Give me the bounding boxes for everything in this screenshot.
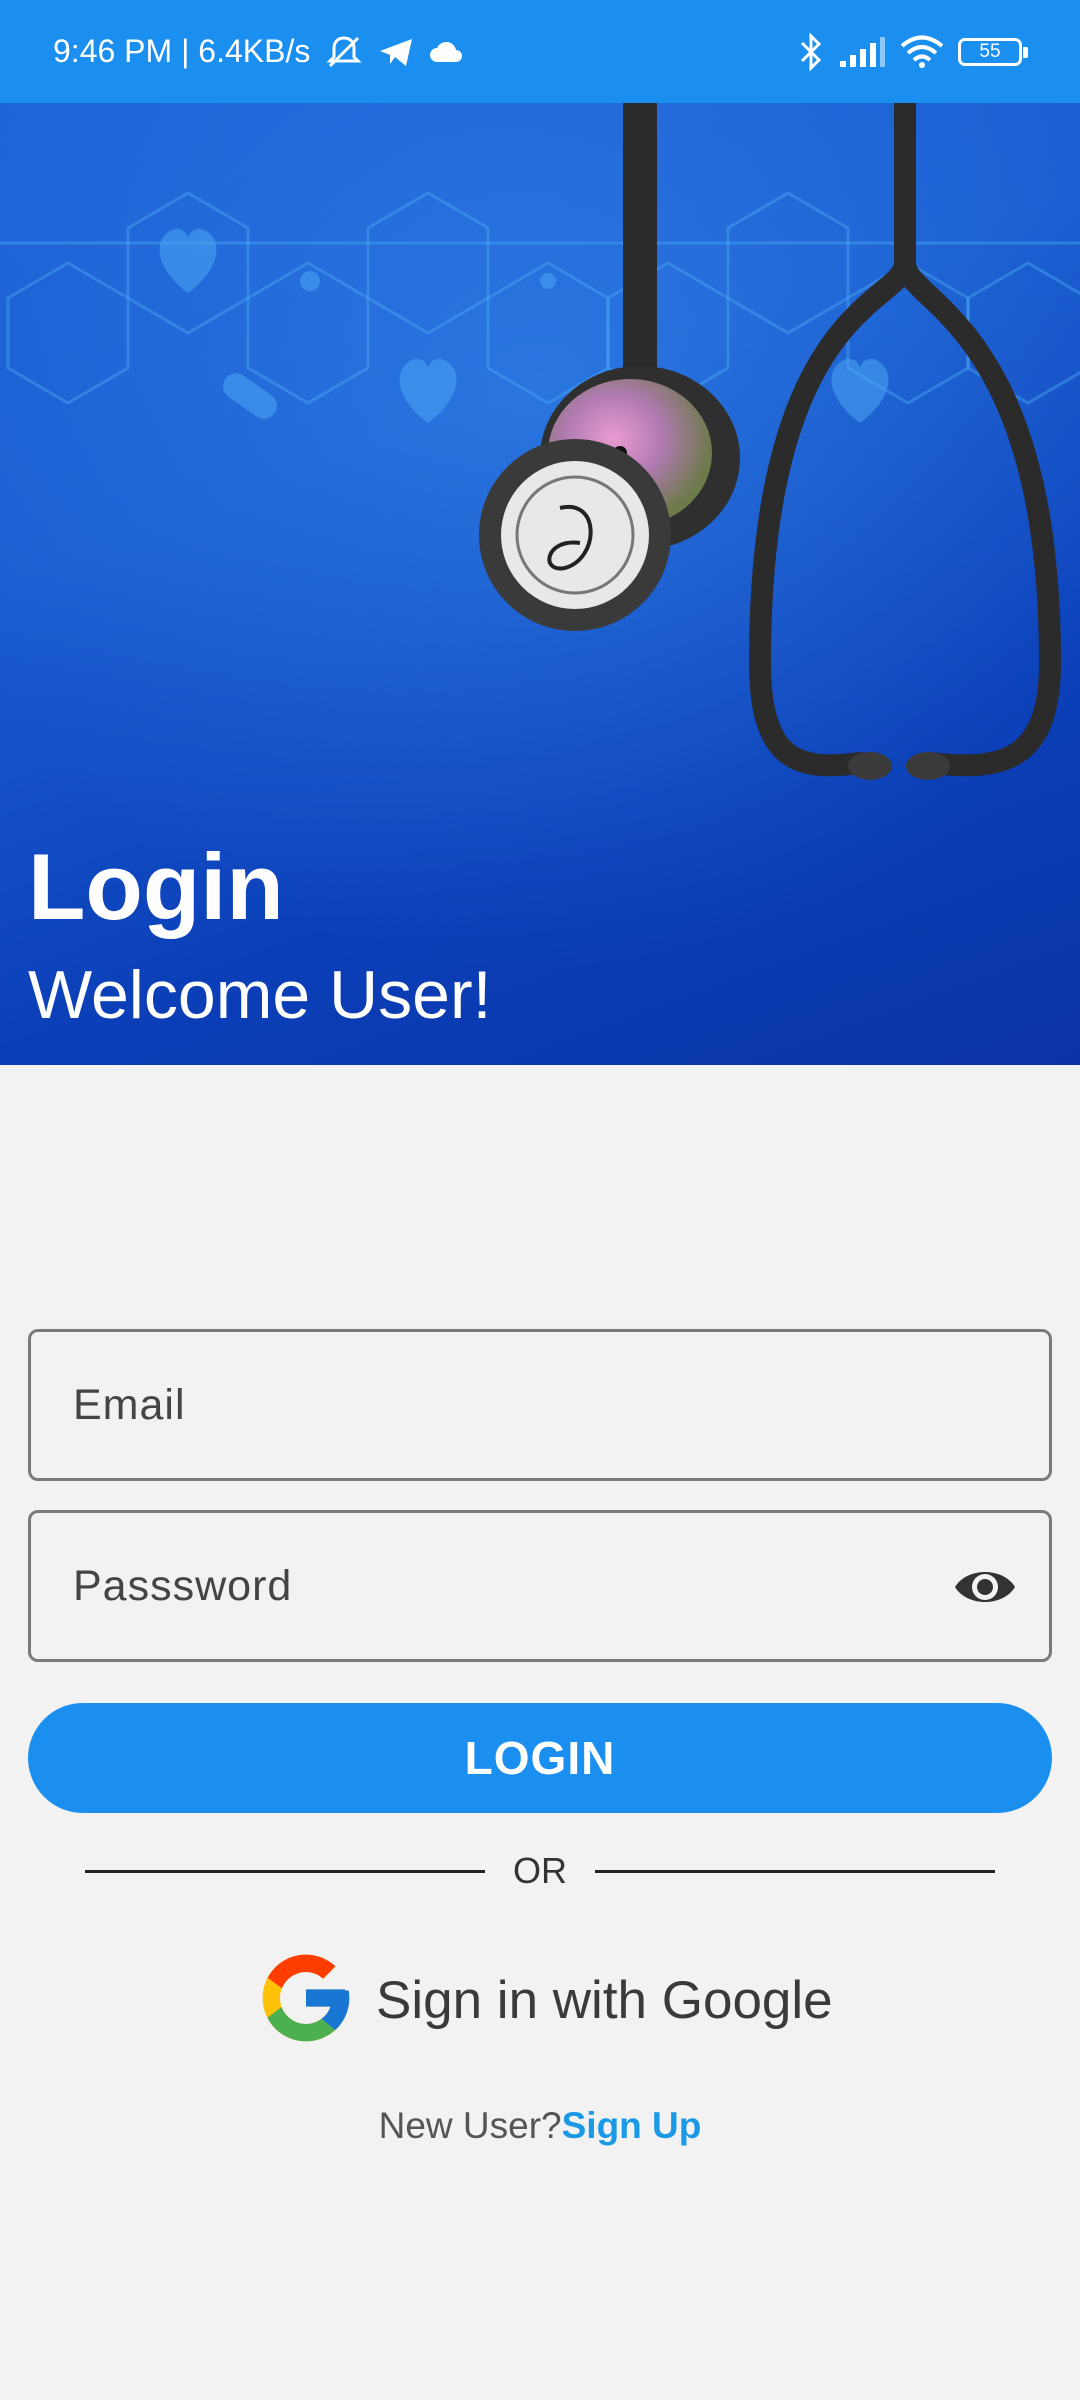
status-left: 9:46 PM | 6.4KB/s	[53, 33, 464, 70]
divider-line-right	[595, 1869, 995, 1873]
bluetooth-icon	[798, 31, 824, 72]
battery-icon: 55	[958, 37, 1028, 66]
signal-icon	[838, 35, 886, 69]
divider-line-left	[85, 1869, 485, 1873]
or-label: OR	[513, 1850, 567, 1891]
welcome-subtitle: Welcome User!	[28, 957, 492, 1033]
cloud-icon	[428, 40, 464, 64]
google-signin-label: Sign in with Google	[376, 1970, 833, 2030]
or-divider: OR	[85, 1845, 995, 1897]
google-icon	[254, 1946, 358, 2055]
battery-level: 55	[979, 40, 1001, 62]
email-field[interactable]: Email	[28, 1329, 1052, 1481]
hero-banner: Login Welcome User!	[0, 103, 1080, 1065]
email-placeholder: Email	[73, 1380, 186, 1429]
google-signin-button[interactable]: Sign in with Google	[254, 1948, 854, 2052]
eye-icon[interactable]	[953, 1559, 1017, 1620]
telegram-icon	[378, 36, 414, 68]
signup-link[interactable]: Sign Up	[562, 2105, 702, 2147]
page-title: Login	[28, 834, 284, 939]
status-right: 55	[798, 31, 1028, 72]
password-placeholder: Passsword	[73, 1561, 293, 1610]
signup-prompt: New User?	[378, 2105, 562, 2146]
status-bar: 9:46 PM | 6.4KB/s 55	[0, 0, 1080, 103]
mute-icon	[324, 34, 364, 70]
password-field[interactable]: Passsword	[28, 1510, 1052, 1662]
status-time: 9:46 PM | 6.4KB/s	[53, 33, 311, 69]
login-button[interactable]: LOGIN	[28, 1703, 1052, 1813]
signup-row: New User? Sign Up	[0, 2100, 1080, 2152]
wifi-icon	[900, 35, 944, 69]
